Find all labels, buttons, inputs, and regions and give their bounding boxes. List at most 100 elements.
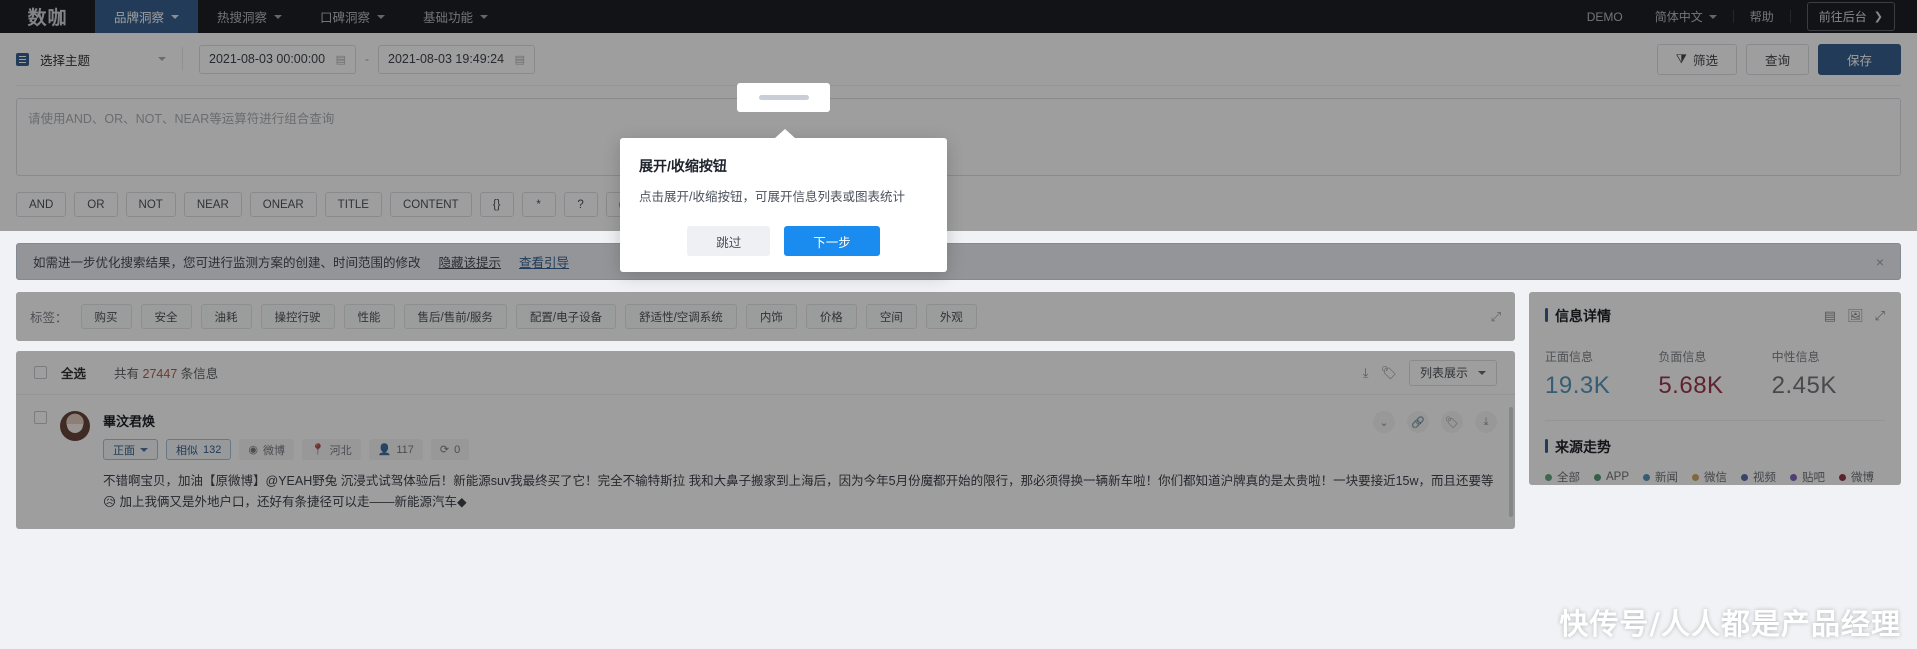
hide-notice-link[interactable]: 隐藏该提示 [439, 252, 502, 271]
user-icon: 👤 [377, 444, 392, 456]
nav-item-label: 热搜洞察 [217, 11, 268, 25]
view-guide-link[interactable]: 查看引导 [519, 252, 569, 271]
nav-item-reputation-insight[interactable]: 口碑洞察 [301, 0, 404, 33]
legend-item-news[interactable]: 新闻 [1643, 469, 1678, 485]
legend-label: 微信 [1704, 472, 1728, 484]
stat-neutral: 中性信息 2.45K [1772, 348, 1885, 400]
legend-label: APP [1606, 471, 1630, 483]
nav-item-brand-insight[interactable]: 品牌洞察 [95, 0, 199, 33]
download-icon[interactable]: ⤓ [1475, 411, 1497, 433]
divider [182, 47, 183, 71]
tooltip-actions: 跳过 下一步 [639, 226, 928, 256]
tags-label: 标签： [30, 311, 68, 325]
tag-chip-appearance[interactable]: 外观 [925, 304, 977, 329]
expand-icon[interactable]: ⤢ [1491, 309, 1501, 325]
legend-label: 贴吧 [1802, 472, 1826, 484]
query-input[interactable] [16, 98, 1901, 176]
tag-icon[interactable]: 🏷 [1380, 365, 1397, 381]
operator-and[interactable]: AND [16, 192, 67, 217]
query-button[interactable]: 查询 [1745, 43, 1809, 75]
legend-item-video[interactable]: 视频 [1741, 469, 1776, 485]
image-export-icon[interactable]: 🖼 [1847, 308, 1864, 324]
close-icon[interactable]: × [1876, 254, 1884, 270]
next-step-button[interactable]: 下一步 [784, 226, 880, 256]
post-author-name[interactable]: 畢汶君焕 [103, 411, 1359, 430]
legend-item-tieba[interactable]: 贴吧 [1790, 469, 1825, 485]
filter-icon: ⧩ [1675, 51, 1687, 66]
skip-button[interactable]: 跳过 [687, 226, 771, 256]
tag-chip-service[interactable]: 售后/售前/服务 [403, 304, 507, 329]
tag-chip-price[interactable]: 价格 [805, 304, 857, 329]
download-icon[interactable]: ⤓ [1363, 365, 1369, 381]
nav-item-basic-functions[interactable]: 基础功能 [404, 0, 507, 33]
panel-header: 信息详情 ▤ 🖼 ⤢ [1529, 292, 1901, 326]
count-prefix: 共有 [114, 367, 140, 381]
help-link[interactable]: 帮助 [1734, 8, 1790, 25]
operator-onear[interactable]: ONEAR [249, 192, 317, 217]
legend-item-app[interactable]: APP [1594, 471, 1629, 483]
operator-not[interactable]: NOT [125, 192, 176, 217]
expand-icon[interactable]: ⤢ [1875, 308, 1885, 324]
date-end-input[interactable]: 2021-08-03 19:49:24 ▤ [378, 44, 535, 74]
tag-chip-performance[interactable]: 性能 [343, 304, 395, 329]
tag-chip-handling[interactable]: 操控行驶 [260, 304, 335, 329]
go-to-backend-button[interactable]: 前往后台 ❯ [1806, 2, 1895, 31]
tag-chip-config[interactable]: 配置/电子设备 [515, 304, 617, 329]
operator-asterisk[interactable]: * [521, 192, 556, 217]
table-view-icon[interactable]: ▤ [1824, 308, 1836, 324]
topic-select[interactable]: 选择主题 [16, 50, 166, 69]
list-item: 畢汶君焕 正面 相似 132 ◉ 微博 📍 河北 👤 117 ⟳ 0 ⌄ 🔗 🏷… [16, 395, 1515, 529]
tag-chip-fuel[interactable]: 油耗 [200, 304, 252, 329]
search-toolbar: 选择主题 2021-08-03 00:00:00 ▤ - 2021-08-03 … [16, 33, 1901, 86]
operator-braces[interactable]: {} [479, 192, 514, 217]
list-header: 全选 共有 27447 条信息 ⤓ 🏷 列表展示 [16, 351, 1515, 395]
tag-chip-space[interactable]: 空间 [865, 304, 917, 329]
primary-nav: 品牌洞察 热搜洞察 口碑洞察 基础功能 [95, 0, 507, 33]
divider [1789, 10, 1791, 23]
operator-question[interactable]: ? [563, 192, 598, 217]
weibo-icon: ◉ [248, 444, 258, 456]
tag-chip-safety[interactable]: 安全 [140, 304, 192, 329]
operator-title[interactable]: TITLE [324, 192, 382, 217]
link-icon[interactable]: 🔗 [1407, 411, 1429, 433]
legend-item-wechat[interactable]: 微信 [1692, 469, 1727, 485]
similar-badge[interactable]: 相似 132 [166, 439, 232, 460]
nav-item-label: 品牌洞察 [114, 11, 165, 25]
tag-chip-interior[interactable]: 内饰 [745, 304, 797, 329]
filter-button[interactable]: ⧩ 筛选 [1656, 43, 1737, 75]
post-checkbox[interactable] [34, 411, 47, 424]
stat-value: 2.45K [1771, 372, 1837, 399]
expand-collapse-button-highlight[interactable] [737, 83, 830, 112]
nav-item-hotsearch-insight[interactable]: 热搜洞察 [198, 0, 301, 33]
filter-label: 筛选 [1692, 53, 1718, 68]
collapse-icon[interactable]: ⌄ [1373, 411, 1395, 433]
chevron-down-icon [1708, 14, 1717, 19]
view-mode-select[interactable]: 列表展示 [1408, 359, 1497, 386]
search-actions: ⧩ 筛选 查询 保存 [1656, 43, 1901, 75]
list-scrollbar[interactable] [1509, 407, 1513, 517]
operator-near[interactable]: NEAR [183, 192, 242, 217]
save-button[interactable]: 保存 [1817, 43, 1901, 75]
list-icon [16, 52, 29, 66]
list-header-actions: ⤓ 🏷 列表展示 [1363, 359, 1497, 386]
source-label: 微博 [262, 444, 285, 457]
tag-chip-purchase[interactable]: 购买 [80, 304, 132, 329]
view-mode-label: 列表展示 [1419, 366, 1468, 380]
stat-positive: 正面信息 19.3K [1545, 348, 1658, 400]
legend-dot-icon [1545, 473, 1552, 481]
tag-icon[interactable]: 🏷 [1441, 411, 1463, 433]
post-badges: 正面 相似 132 ◉ 微博 📍 河北 👤 117 ⟳ 0 [103, 439, 1359, 460]
tag-filter-bar: 标签： 购买 安全 油耗 操控行驶 性能 售后/售前/服务 配置/电子设备 舒适… [16, 292, 1515, 341]
language-selector[interactable]: 简体中文 [1639, 8, 1733, 25]
region-label: 河北 [329, 444, 352, 457]
date-range-separator: - [365, 52, 369, 66]
tag-chip-comfort[interactable]: 舒适性/空调系统 [625, 304, 737, 329]
legend-item-weibo[interactable]: 微博 [1839, 469, 1874, 485]
operator-content[interactable]: CONTENT [389, 192, 472, 217]
sentiment-badge[interactable]: 正面 [103, 439, 158, 460]
legend-item-all[interactable]: 全部 [1545, 469, 1580, 485]
app-logo[interactable]: 数咖 [0, 0, 95, 33]
operator-or[interactable]: OR [74, 192, 118, 217]
date-start-input[interactable]: 2021-08-03 00:00:00 ▤ [199, 44, 356, 74]
select-all-checkbox[interactable] [34, 366, 47, 379]
